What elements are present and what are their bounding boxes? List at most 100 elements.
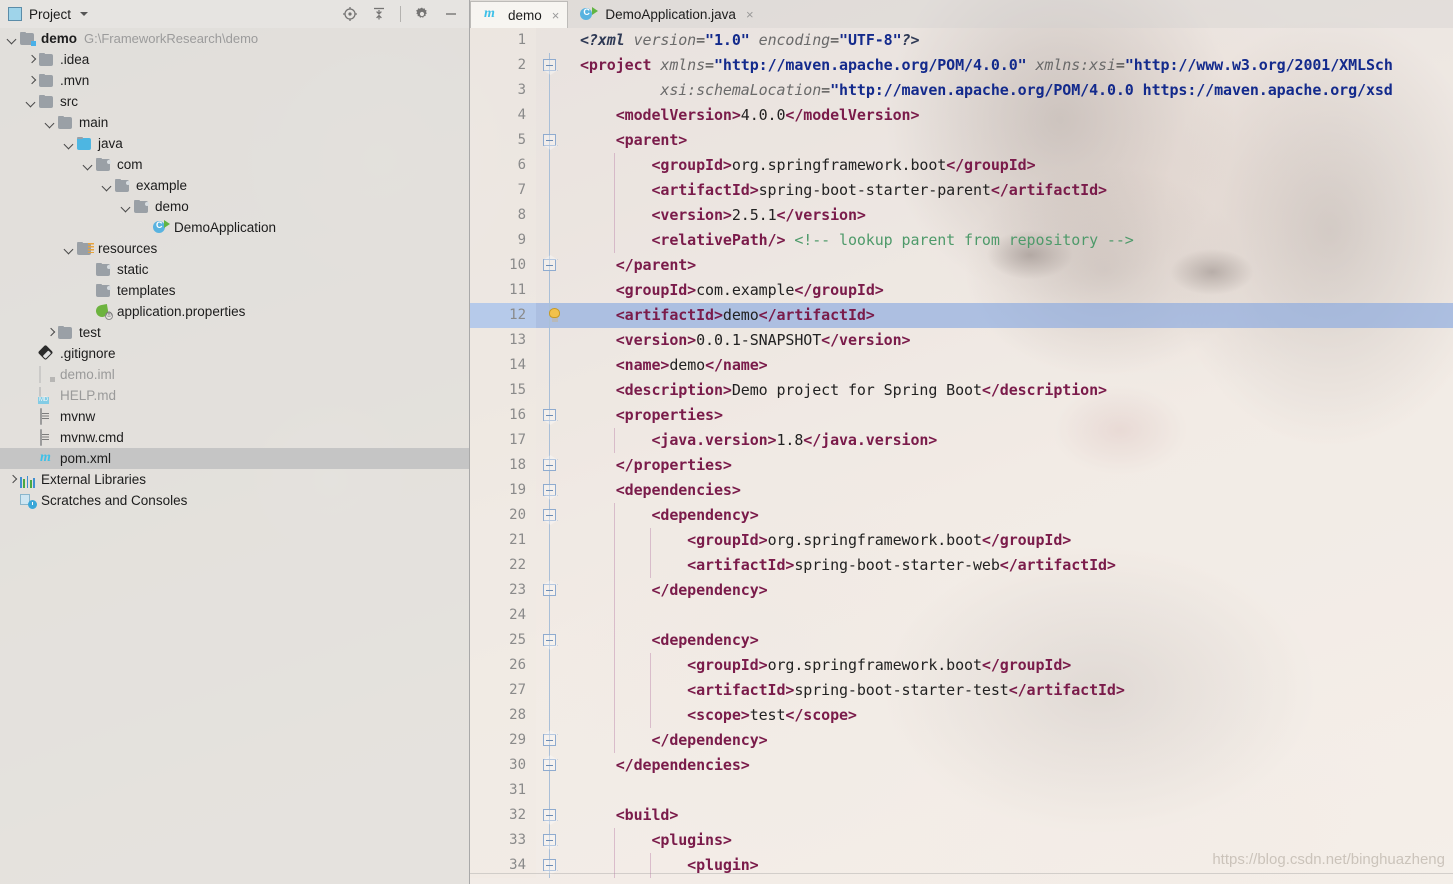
tree-item-mvnw[interactable]: mvnw bbox=[0, 406, 469, 427]
code-line[interactable]: 19 <dependencies> bbox=[470, 478, 1453, 503]
chevron-right-icon[interactable] bbox=[25, 53, 38, 66]
code-line[interactable]: 25 <dependency> bbox=[470, 628, 1453, 653]
fold-gutter[interactable] bbox=[536, 853, 566, 878]
tree-item-external-libraries[interactable]: External Libraries bbox=[0, 469, 469, 490]
tree-item-help-md[interactable]: MD HELP.md bbox=[0, 385, 469, 406]
fold-open-icon[interactable] bbox=[543, 634, 556, 646]
chevron-down-icon[interactable] bbox=[6, 32, 19, 45]
fold-gutter[interactable] bbox=[536, 353, 566, 378]
code-line[interactable]: 32 <build> bbox=[470, 803, 1453, 828]
code-line[interactable]: 9 <relativePath/> <!-- lookup parent fro… bbox=[470, 228, 1453, 253]
code-line[interactable]: 2 <project xmlns="http://maven.apache.org… bbox=[470, 53, 1453, 78]
fold-gutter[interactable] bbox=[536, 128, 566, 153]
code-line[interactable]: 22 <artifactId>spring-boot-starter-web</… bbox=[470, 553, 1453, 578]
fold-gutter[interactable] bbox=[536, 553, 566, 578]
code-line[interactable]: 12 <artifactId>demo</artifactId> bbox=[470, 303, 1453, 328]
chevron-right-icon[interactable] bbox=[44, 326, 57, 339]
fold-close-icon[interactable] bbox=[543, 584, 556, 596]
code-line[interactable]: 21 <groupId>org.springframework.boot</gr… bbox=[470, 528, 1453, 553]
chevron-down-icon[interactable] bbox=[120, 200, 133, 213]
editor-tab-demo[interactable]: m demo × bbox=[470, 1, 569, 28]
tree-item-example[interactable]: example bbox=[0, 175, 469, 196]
tree-item-templates[interactable]: templates bbox=[0, 280, 469, 301]
code-line[interactable]: 11 <groupId>com.example</groupId> bbox=[470, 278, 1453, 303]
tree-item-src[interactable]: src bbox=[0, 91, 469, 112]
fold-gutter[interactable] bbox=[536, 228, 566, 253]
project-tree[interactable]: demo G:\FrameworkResearch\demo .idea .mvn sr… bbox=[0, 28, 469, 884]
chevron-down-icon[interactable] bbox=[25, 95, 38, 108]
fold-gutter[interactable] bbox=[536, 678, 566, 703]
tree-item-java[interactable]: java bbox=[0, 133, 469, 154]
fold-gutter[interactable] bbox=[536, 253, 566, 278]
fold-open-icon[interactable] bbox=[543, 834, 556, 846]
chevron-down-icon[interactable] bbox=[80, 12, 89, 16]
tree-item-scratches-and-consoles[interactable]: Scratches and Consoles bbox=[0, 490, 469, 511]
fold-gutter[interactable] bbox=[536, 78, 566, 103]
fold-gutter[interactable] bbox=[536, 153, 566, 178]
fold-gutter[interactable] bbox=[536, 178, 566, 203]
fold-gutter[interactable] bbox=[536, 503, 566, 528]
fold-open-icon[interactable] bbox=[543, 859, 556, 871]
tree-item-main[interactable]: main bbox=[0, 112, 469, 133]
code-line[interactable]: 13 <version>0.0.1-SNAPSHOT</version> bbox=[470, 328, 1453, 353]
tree-item-test[interactable]: test bbox=[0, 322, 469, 343]
code-line[interactable]: 28 <scope>test</scope> bbox=[470, 703, 1453, 728]
code-line[interactable]: 31 bbox=[470, 778, 1453, 803]
gear-icon[interactable] bbox=[414, 6, 430, 22]
code-line[interactable]: 24 bbox=[470, 603, 1453, 628]
code-line[interactable]: 14 <name>demo</name> bbox=[470, 353, 1453, 378]
close-icon[interactable]: × bbox=[552, 8, 560, 23]
chevron-down-icon[interactable] bbox=[63, 137, 76, 150]
fold-gutter[interactable] bbox=[536, 428, 566, 453]
fold-open-icon[interactable] bbox=[543, 134, 556, 146]
fold-gutter[interactable] bbox=[536, 653, 566, 678]
code-line[interactable]: 16 <properties> bbox=[470, 403, 1453, 428]
fold-gutter[interactable] bbox=[536, 28, 566, 53]
code-line[interactable]: 6 <groupId>org.springframework.boot</gro… bbox=[470, 153, 1453, 178]
code-line[interactable]: 10 </parent> bbox=[470, 253, 1453, 278]
code-line[interactable]: 29 </dependency> bbox=[470, 728, 1453, 753]
tree-item-application-properties[interactable]: application.properties bbox=[0, 301, 469, 322]
fold-gutter[interactable] bbox=[536, 803, 566, 828]
tree-item-demoapplication[interactable]: DemoApplication bbox=[0, 217, 469, 238]
fold-gutter[interactable] bbox=[536, 478, 566, 503]
tree-item-demo[interactable]: demo bbox=[0, 196, 469, 217]
code-line[interactable]: 27 <artifactId>spring-boot-starter-test<… bbox=[470, 678, 1453, 703]
fold-gutter[interactable] bbox=[536, 828, 566, 853]
tree-item--gitignore[interactable]: .gitignore bbox=[0, 343, 469, 364]
fold-gutter[interactable] bbox=[536, 378, 566, 403]
chevron-right-icon[interactable] bbox=[25, 74, 38, 87]
code-line[interactable]: 18 </properties> bbox=[470, 453, 1453, 478]
fold-open-icon[interactable] bbox=[543, 809, 556, 821]
fold-open-icon[interactable] bbox=[543, 484, 556, 496]
code-line[interactable]: 7 <artifactId>spring-boot-starter-parent… bbox=[470, 178, 1453, 203]
fold-close-icon[interactable] bbox=[543, 734, 556, 746]
code-line[interactable]: 1 <?xml version="1.0" encoding="UTF-8"?> bbox=[470, 28, 1453, 53]
fold-gutter[interactable] bbox=[536, 778, 566, 803]
fold-gutter[interactable] bbox=[536, 103, 566, 128]
tree-item-mvnw-cmd[interactable]: mvnw.cmd bbox=[0, 427, 469, 448]
fold-gutter[interactable] bbox=[536, 603, 566, 628]
tree-item--idea[interactable]: .idea bbox=[0, 49, 469, 70]
fold-open-icon[interactable] bbox=[543, 409, 556, 421]
code-editor[interactable]: 1 <?xml version="1.0" encoding="UTF-8"?> 2… bbox=[470, 28, 1453, 884]
code-line[interactable]: 3 xsi:schemaLocation="http://maven.apach… bbox=[470, 78, 1453, 103]
locate-icon[interactable] bbox=[342, 6, 358, 22]
tree-item-demo[interactable]: demo G:\FrameworkResearch\demo bbox=[0, 28, 469, 49]
tree-item--mvn[interactable]: .mvn bbox=[0, 70, 469, 91]
collapse-all-icon[interactable] bbox=[371, 6, 387, 22]
code-line[interactable]: 33 <plugins> bbox=[470, 828, 1453, 853]
tree-item-resources[interactable]: resources bbox=[0, 238, 469, 259]
fold-gutter[interactable] bbox=[536, 628, 566, 653]
fold-open-icon[interactable] bbox=[543, 509, 556, 521]
fold-close-icon[interactable] bbox=[543, 459, 556, 471]
fold-gutter[interactable] bbox=[536, 278, 566, 303]
fold-gutter[interactable] bbox=[536, 453, 566, 478]
chevron-right-icon[interactable] bbox=[6, 473, 19, 486]
code-line[interactable]: 17 <java.version>1.8</java.version> bbox=[470, 428, 1453, 453]
close-icon[interactable]: × bbox=[746, 7, 754, 22]
fold-gutter[interactable] bbox=[536, 578, 566, 603]
tree-item-pom-xml[interactable]: m pom.xml bbox=[0, 448, 469, 469]
fold-gutter[interactable] bbox=[536, 703, 566, 728]
code-line[interactable]: 5 <parent> bbox=[470, 128, 1453, 153]
